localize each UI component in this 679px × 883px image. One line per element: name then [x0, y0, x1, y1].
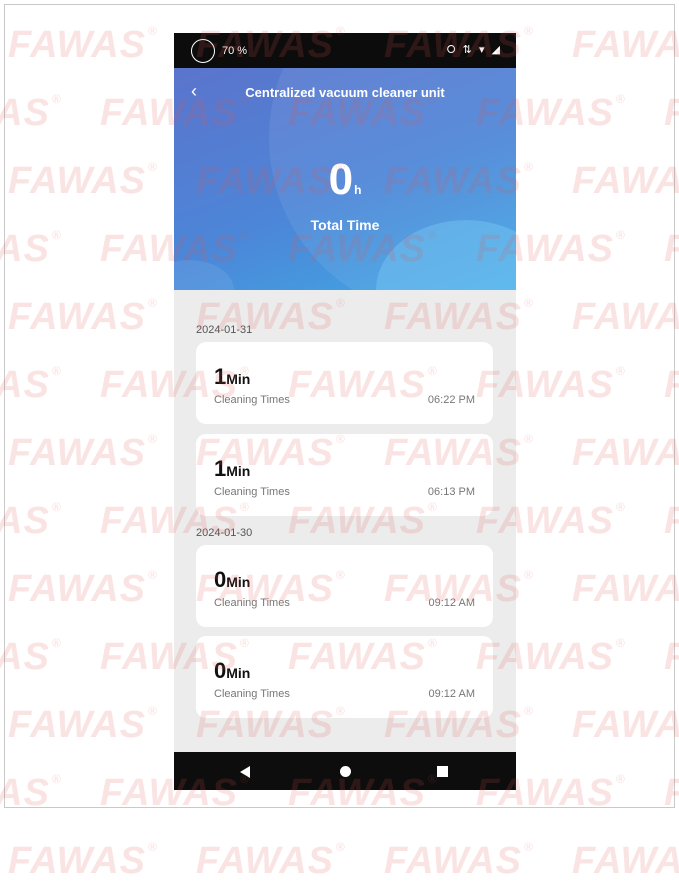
watermark-text: FAWAS®	[8, 840, 158, 882]
watermark-text: FAWAS®	[572, 840, 679, 882]
record-time: 09:12 AM	[428, 597, 475, 609]
duration-number: 1	[214, 456, 227, 481]
record-label: Cleaning Times	[214, 394, 290, 406]
record-card[interactable]: 1Min Cleaning Times 06:22 PM	[196, 342, 493, 424]
record-duration: 1Min	[214, 364, 250, 390]
page-title: Centralized vacuum cleaner unit	[245, 85, 445, 100]
camera-cutout-icon	[191, 39, 215, 63]
recent-square-icon[interactable]	[437, 766, 448, 777]
summary-header: ‹ Centralized vacuum cleaner unit 0h Tot…	[174, 68, 516, 290]
signal-icon: ◢	[491, 44, 502, 56]
record-duration: 0Min	[214, 658, 250, 684]
duration-unit: Min	[226, 463, 251, 479]
system-nav-bar	[174, 752, 516, 790]
total-time-number: 0	[328, 155, 354, 204]
record-duration: 0Min	[214, 567, 250, 593]
wifi-icon: ▾	[478, 44, 487, 56]
total-time-label: Total Time	[310, 217, 380, 233]
total-time-value: 0h	[174, 158, 516, 202]
record-label: Cleaning Times	[214, 597, 290, 609]
duration-number: 0	[214, 567, 227, 592]
status-icons: ⭘ ⇅ ▾ ◢	[447, 43, 502, 57]
record-card[interactable]: 1Min Cleaning Times 06:13 PM	[196, 434, 493, 516]
back-triangle-icon[interactable]	[240, 766, 250, 778]
home-circle-icon[interactable]	[340, 766, 351, 777]
record-time: 06:22 PM	[427, 394, 475, 406]
record-card[interactable]: 0Min Cleaning Times 09:12 AM	[196, 545, 493, 627]
data-icon: ⇅	[462, 44, 474, 56]
phone-screen: 70 % ⭘ ⇅ ▾ ◢ ‹ Centralized vacuum cleane…	[174, 33, 516, 790]
watermark-text: FAWAS®	[196, 840, 346, 882]
duration-unit: Min	[226, 574, 251, 590]
duration-unit: Min	[226, 371, 251, 387]
date-header: 2024-01-31	[196, 324, 253, 336]
status-bar: 70 % ⭘ ⇅ ▾ ◢	[174, 33, 516, 68]
records-list[interactable]: 2024-01-31 1Min Cleaning Times 06:22 PM …	[174, 290, 516, 752]
duration-number: 1	[214, 364, 227, 389]
date-header: 2024-01-30	[196, 527, 253, 539]
record-time: 06:13 PM	[427, 486, 475, 498]
record-label: Cleaning Times	[214, 688, 290, 700]
record-duration: 1Min	[214, 456, 250, 482]
duration-unit: Min	[226, 665, 251, 681]
decorative-shape	[174, 260, 234, 290]
duration-number: 0	[214, 658, 227, 683]
battery-percentage: 70 %	[222, 45, 248, 57]
vibrate-icon: ⭘	[446, 44, 458, 56]
record-label: Cleaning Times	[214, 486, 290, 498]
record-time: 09:12 AM	[428, 688, 475, 700]
total-time-unit: h	[354, 183, 362, 197]
record-card[interactable]: 0Min Cleaning Times 09:12 AM	[196, 636, 493, 718]
watermark-text: FAWAS®	[384, 840, 534, 882]
